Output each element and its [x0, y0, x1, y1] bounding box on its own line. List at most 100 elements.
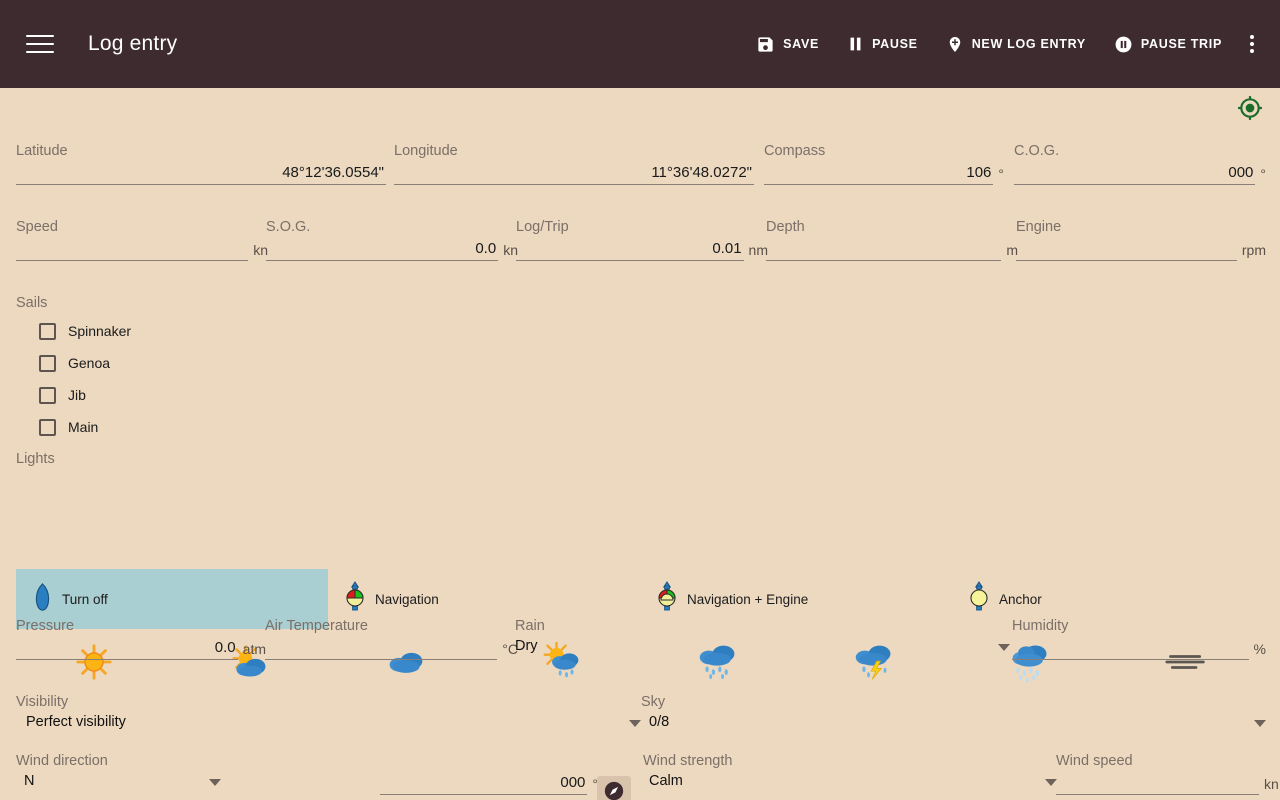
wind-speed-unit: kn	[1264, 776, 1279, 792]
longitude-label: Longitude	[394, 143, 458, 159]
pause-label: PAUSE	[872, 37, 918, 51]
compass-rose-icon	[604, 781, 624, 800]
save-icon	[756, 35, 775, 54]
sails-group: Sails Spinnaker Genoa Jib Main	[16, 295, 131, 443]
depth-field: Depth m	[766, 219, 1018, 261]
visibility-label: Visibility	[16, 694, 69, 710]
rain-label: Rain	[515, 618, 545, 634]
wind-direction-degrees-field: °	[380, 753, 598, 795]
app-bar-actions: SAVE PAUSE NEW LOG ENTRY PAUSE TRIP	[742, 25, 1266, 64]
longitude-field: Longitude	[394, 143, 754, 185]
engine-field: Engine rpm	[1016, 219, 1266, 261]
chevron-down-icon	[209, 779, 221, 786]
wind-strength-dropdown[interactable]: Calm	[643, 773, 1057, 791]
sails-checkbox-jib[interactable]: Jib	[16, 379, 131, 411]
engine-unit: rpm	[1241, 242, 1266, 258]
pause-trip-button[interactable]: PAUSE TRIP	[1100, 25, 1236, 64]
depth-input[interactable]	[766, 239, 1002, 261]
speed-field: Speed kn	[16, 219, 268, 261]
longitude-input[interactable]	[394, 163, 754, 185]
anchor-light-icon	[968, 580, 990, 618]
compass-unit: °	[998, 166, 1004, 182]
wind-compass-button[interactable]	[597, 776, 631, 800]
latitude-field: Latitude	[16, 143, 386, 185]
nav-engine-light-icon	[656, 580, 678, 618]
wind-strength-value: Calm	[649, 773, 683, 789]
checkbox-icon	[39, 418, 56, 436]
compass-field: Compass °	[764, 143, 1004, 185]
wind-direction-field: Wind direction N	[16, 753, 221, 791]
pause-circle-icon	[1114, 35, 1133, 54]
humidity-label: Humidity	[1012, 618, 1069, 634]
humidity-input[interactable]	[1012, 638, 1249, 660]
page-title: Log entry	[88, 32, 178, 55]
logtrip-label: Log/Trip	[516, 219, 569, 235]
cog-label: C.O.G.	[1014, 143, 1060, 159]
wind-speed-field: Wind speed kn	[1056, 753, 1279, 795]
sails-checkbox-genoa[interactable]: Genoa	[16, 347, 131, 379]
save-button[interactable]: SAVE	[742, 25, 833, 64]
sky-field: Sky 0/8	[641, 694, 1266, 732]
pressure-unit: atm	[242, 641, 266, 657]
pause-button[interactable]: PAUSE	[833, 25, 932, 63]
depth-label: Depth	[766, 219, 805, 235]
wind-speed-label: Wind speed	[1056, 753, 1133, 769]
lights-option-label: Navigation + Engine	[687, 591, 809, 607]
sky-dropdown[interactable]: 0/8	[641, 714, 1266, 732]
sails-item-label: Spinnaker	[68, 323, 132, 339]
wind-direction-degrees-input[interactable]	[380, 773, 588, 795]
chevron-down-icon	[998, 644, 1010, 651]
map-pin-plus-icon	[946, 35, 964, 54]
checkbox-icon	[39, 322, 56, 340]
checkbox-icon	[39, 386, 56, 404]
wind-direction-dropdown[interactable]: N	[16, 773, 221, 791]
sog-input[interactable]	[266, 239, 499, 261]
hamburger-menu-icon[interactable]	[26, 27, 60, 61]
pause-icon	[847, 35, 864, 53]
wind-speed-input[interactable]	[1056, 773, 1259, 795]
cog-unit: °	[1260, 166, 1266, 182]
sails-item-label: Jib	[68, 387, 86, 403]
speed-input[interactable]	[16, 239, 249, 261]
lights-option-label: Anchor	[999, 591, 1042, 607]
engine-input[interactable]	[1016, 239, 1237, 261]
sails-checkbox-spinnaker[interactable]: Spinnaker	[16, 315, 131, 347]
save-label: SAVE	[783, 37, 820, 51]
light-off-icon	[32, 582, 53, 617]
sky-label: Sky	[641, 694, 666, 710]
compass-input[interactable]	[764, 163, 994, 185]
lights-option-label: Navigation	[375, 591, 439, 607]
lights-option-label: Turn off	[62, 591, 108, 607]
latitude-input[interactable]	[16, 163, 386, 185]
gps-fixed-icon[interactable]	[1237, 95, 1263, 126]
new-log-entry-button[interactable]: NEW LOG ENTRY	[932, 25, 1100, 64]
sails-item-label: Genoa	[68, 355, 111, 371]
wind-direction-label: Wind direction	[16, 753, 108, 769]
rain-value: Dry	[515, 638, 538, 654]
air-temperature-input[interactable]	[265, 638, 498, 660]
visibility-field: Visibility Perfect visibility	[16, 694, 641, 732]
sails-label: Sails	[16, 295, 48, 311]
visibility-value: Perfect visibility	[26, 714, 126, 730]
app-bar: Log entry SAVE PAUSE NEW LOG ENTRY PAUSE…	[0, 0, 1280, 88]
logtrip-field: Log/Trip nm	[516, 219, 768, 261]
log-entry-form: Latitude Longitude Compass ° C.O.G. °	[0, 88, 1280, 800]
pressure-input[interactable]	[16, 638, 238, 660]
engine-label: Engine	[1016, 219, 1062, 235]
visibility-dropdown[interactable]: Perfect visibility	[16, 714, 641, 732]
kebab-menu-icon[interactable]	[1236, 25, 1266, 63]
sog-field: S.O.G. kn	[266, 219, 518, 261]
chevron-down-icon	[629, 720, 641, 727]
sails-checkbox-main[interactable]: Main	[16, 411, 131, 443]
rain-dropdown[interactable]: Dry	[515, 638, 1010, 656]
sog-label: S.O.G.	[266, 219, 311, 235]
lights-label: Lights	[16, 451, 55, 467]
pressure-field: Pressure atm	[16, 618, 266, 660]
chevron-down-icon	[1254, 720, 1266, 727]
logtrip-input[interactable]	[516, 239, 744, 261]
cog-input[interactable]	[1014, 163, 1256, 185]
air-temperature-field: Air Temperature °C	[265, 618, 518, 660]
checkbox-icon	[39, 354, 56, 372]
humidity-field: Humidity %	[1012, 618, 1266, 660]
humidity-unit: %	[1253, 641, 1266, 657]
